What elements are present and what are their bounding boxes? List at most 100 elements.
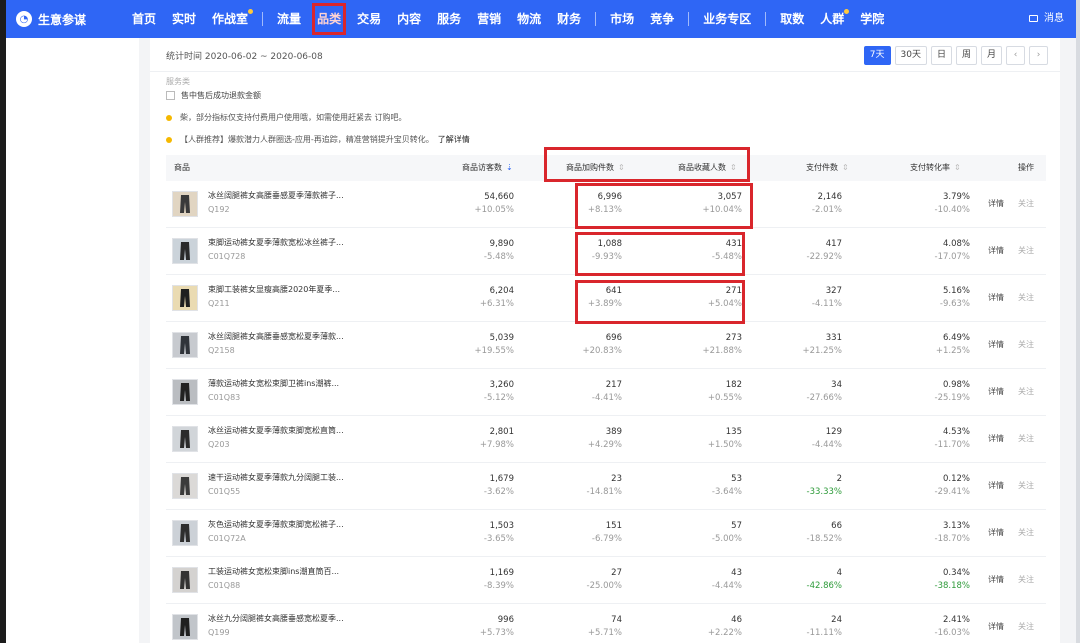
table-row: 束脚运动裤女夏季薄款宽松冰丝裤子... C01Q728 9,890 -5.48% 1,0… [166,228,1046,275]
pay-change: -22.92% [806,252,842,262]
detail-link[interactable]: 详情 [988,198,1004,209]
follow-link[interactable]: 关注 [1018,292,1034,303]
follow-link[interactable]: 关注 [1018,480,1034,491]
pay-value: 34 [831,380,842,390]
product-thumbnail[interactable] [172,191,198,217]
detail-link[interactable]: 详情 [988,527,1004,538]
follow-link[interactable]: 关注 [1018,574,1034,585]
conv-change: +1.25% [935,346,970,356]
nav-item[interactable]: 营销 [469,0,509,38]
product-thumbnail[interactable] [172,614,198,640]
refund-filter[interactable]: 售中售后成功退款金额 [166,90,261,101]
product-name[interactable]: 冰丝九分阔腿裤女高腰垂感宽松夏季... [208,613,344,624]
header-cart-label: 商品加购件数 [566,163,614,172]
product-name[interactable]: 速干运动裤女夏季薄款九分阔腿工装... [208,472,344,483]
product-thumbnail[interactable] [172,520,198,546]
product-thumbnail[interactable] [172,473,198,499]
notice-text: 柴，部分指标仅支持付费用户使用哦，如需使用赶紧去 订购吧。 [180,113,407,122]
detail-link[interactable]: 详情 [988,621,1004,632]
nav-item[interactable]: 学院 [852,0,892,38]
nav-item[interactable]: 首页 [124,0,164,38]
refund-checkbox[interactable] [166,91,175,100]
nav-item[interactable]: 取数 [772,0,812,38]
prev-period-button[interactable]: ‹ [1006,46,1025,65]
detail-link[interactable]: 详情 [988,574,1004,585]
cart-value: 151 [605,521,622,531]
product-name[interactable]: 工装运动裤女宽松束脚ins潮直筒百... [208,566,339,577]
header-visitors[interactable]: 商品访客数 ⇣ [462,155,513,181]
detail-link[interactable]: 详情 [988,339,1004,350]
nav-item[interactable]: 人群 [812,0,852,38]
conv-value: 0.98% [942,380,970,390]
nav-item[interactable]: 市场 [602,0,642,38]
table-row: 冰丝九分阔腿裤女高腰垂感宽松夏季... Q199 996 +5.73% 74 +5.71%… [166,604,1046,643]
header-conv[interactable]: 支付转化率 ⇕ [910,155,961,181]
product-name[interactable]: 薄款运动裤女宽松束脚卫裤ins潮裤... [208,378,339,389]
product-name[interactable]: 束脚工装裤女显瘦高腰2020年夏季... [208,284,340,295]
follow-link[interactable]: 关注 [1018,386,1034,397]
product-name[interactable]: 灰色运动裤女夏季薄款束脚宽松裤子... [208,519,344,530]
nav-item[interactable]: 实时 [164,0,204,38]
sort-icon[interactable]: ⇕ [618,163,625,172]
nav-item[interactable]: 财务 [549,0,589,38]
brand[interactable]: ◔ 生意参谋 [6,11,124,28]
product-name[interactable]: 冰丝运动裤女夏季薄款束脚宽松直筒... [208,425,344,436]
cart-cell: 74 +5.71% [492,614,622,640]
sort-icon[interactable]: ⇕ [730,163,737,172]
period-button[interactable]: 月 [980,46,1002,65]
cart-change: +5.71% [587,628,622,638]
header-cart[interactable]: 商品加购件数 ⇕ [566,155,625,181]
learn-more-link[interactable]: 了解详情 [438,134,470,145]
period-button[interactable]: 周 [955,46,977,65]
nav-item[interactable]: 竞争 [642,0,682,38]
header-pay[interactable]: 支付件数 ⇕ [806,155,849,181]
header-fav[interactable]: 商品收藏人数 ⇕ [678,155,737,181]
product-thumbnail[interactable] [172,379,198,405]
next-period-button[interactable]: › [1029,46,1048,65]
pay-cell: 4 -42.86% [712,567,842,593]
follow-link[interactable]: 关注 [1018,198,1034,209]
nav-item[interactable]: 流量 [269,0,309,38]
detail-link[interactable]: 详情 [988,245,1004,256]
messages-label: 消息 [1044,13,1064,24]
product-thumbnail[interactable] [172,238,198,264]
nav-item[interactable]: 内容 [389,0,429,38]
sort-desc-icon[interactable]: ⇣ [506,163,513,172]
product-name[interactable]: 冰丝阔腿裤女高腰垂感夏季薄款裤子... [208,190,344,201]
nav-item[interactable]: 交易 [349,0,389,38]
follow-link[interactable]: 关注 [1018,527,1034,538]
nav-item[interactable]: 物流 [509,0,549,38]
detail-link[interactable]: 详情 [988,480,1004,491]
follow-link[interactable]: 关注 [1018,621,1034,632]
product-name[interactable]: 束脚运动裤女夏季薄款宽松冰丝裤子... [208,237,344,248]
sort-icon[interactable]: ⇕ [954,163,961,172]
follow-link[interactable]: 关注 [1018,339,1034,350]
period-button[interactable]: 日 [930,46,952,65]
messages-button[interactable]: 消息 [1028,0,1064,38]
period-button[interactable]: 7天 [863,46,891,65]
nav-item[interactable]: 作战室 [204,0,256,38]
conv-cell: 6.49% +1.25% [840,332,970,358]
follow-link[interactable]: 关注 [1018,433,1034,444]
cart-change: -4.41% [591,393,622,403]
nav-item[interactable]: 业务专区 [695,0,759,38]
detail-link[interactable]: 详情 [988,433,1004,444]
pay-cell: 24 -11.11% [712,614,842,640]
product-thumbnail[interactable] [172,285,198,311]
product-code: C01Q88 [208,581,241,590]
period-button[interactable]: 30天 [894,46,927,65]
notice-paid-metrics: 柴，部分指标仅支持付费用户使用哦，如需使用赶紧去 订购吧。 [166,112,407,123]
table-row: 灰色运动裤女夏季薄款束脚宽松裤子... C01Q72A 1,503 -3.65% 151… [166,510,1046,557]
pay-value: 331 [825,333,842,343]
product-thumbnail[interactable] [172,332,198,358]
detail-link[interactable]: 详情 [988,386,1004,397]
nav-item[interactable]: 服务 [429,0,469,38]
product-thumbnail[interactable] [172,567,198,593]
nav-item[interactable]: 品类 [309,0,349,38]
follow-link[interactable]: 关注 [1018,245,1034,256]
product-thumbnail[interactable] [172,426,198,452]
sort-icon[interactable]: ⇕ [842,163,849,172]
notice-dot-icon [166,136,172,143]
product-name[interactable]: 冰丝阔腿裤女高腰垂感宽松夏季薄款... [208,331,344,342]
detail-link[interactable]: 详情 [988,292,1004,303]
